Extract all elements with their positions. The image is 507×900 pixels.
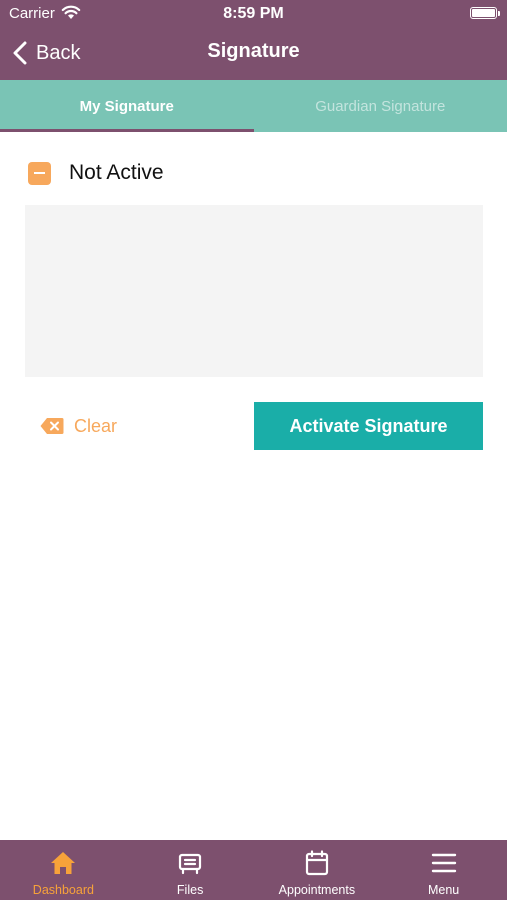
status-checkbox[interactable] <box>28 161 51 185</box>
tab-label: Files <box>176 883 204 897</box>
tab-label: Appointments <box>278 883 356 897</box>
minus-icon <box>34 172 45 174</box>
tab-label: My Signature <box>79 97 174 115</box>
tab-my-signature[interactable]: My Signature <box>0 80 254 132</box>
files-icon <box>179 853 202 875</box>
tab-menu[interactable]: Menu <box>380 840 507 900</box>
tab-files[interactable]: Files <box>127 840 254 900</box>
tab-label: Guardian Signature <box>315 97 446 115</box>
activate-signature-button[interactable]: Activate Signature <box>254 402 483 450</box>
bottom-tab-bar: Dashboard Files Appointments Menu <box>0 840 507 900</box>
signature-pad[interactable] <box>25 205 483 377</box>
backspace-clear-icon <box>40 418 64 434</box>
calendar-icon <box>305 850 328 876</box>
signature-status: Not Active <box>28 160 164 186</box>
menu-icon <box>431 853 456 873</box>
page-title: Signature <box>207 40 300 62</box>
tab-appointments[interactable]: Appointments <box>254 840 381 900</box>
status-bar: Carrier 8:59 PM <box>0 0 507 28</box>
tab-dashboard[interactable]: Dashboard <box>0 840 127 900</box>
battery-icon <box>470 7 500 19</box>
status-label: Not Active <box>69 161 164 184</box>
navigation-bar: Back Signature <box>0 28 507 80</box>
tab-guardian-signature[interactable]: Guardian Signature <box>254 80 507 132</box>
signature-tabs: My Signature Guardian Signature <box>0 80 507 132</box>
clear-label: Clear <box>74 415 118 436</box>
tab-label: Dashboard <box>32 883 94 897</box>
active-tab-indicator <box>0 129 254 132</box>
top-bar: Carrier 8:59 PM Back Signature <box>0 0 507 80</box>
home-icon <box>51 852 76 874</box>
clear-button[interactable]: Clear <box>40 411 117 441</box>
tab-label: Menu <box>427 883 460 897</box>
status-time: 8:59 PM <box>223 5 284 22</box>
